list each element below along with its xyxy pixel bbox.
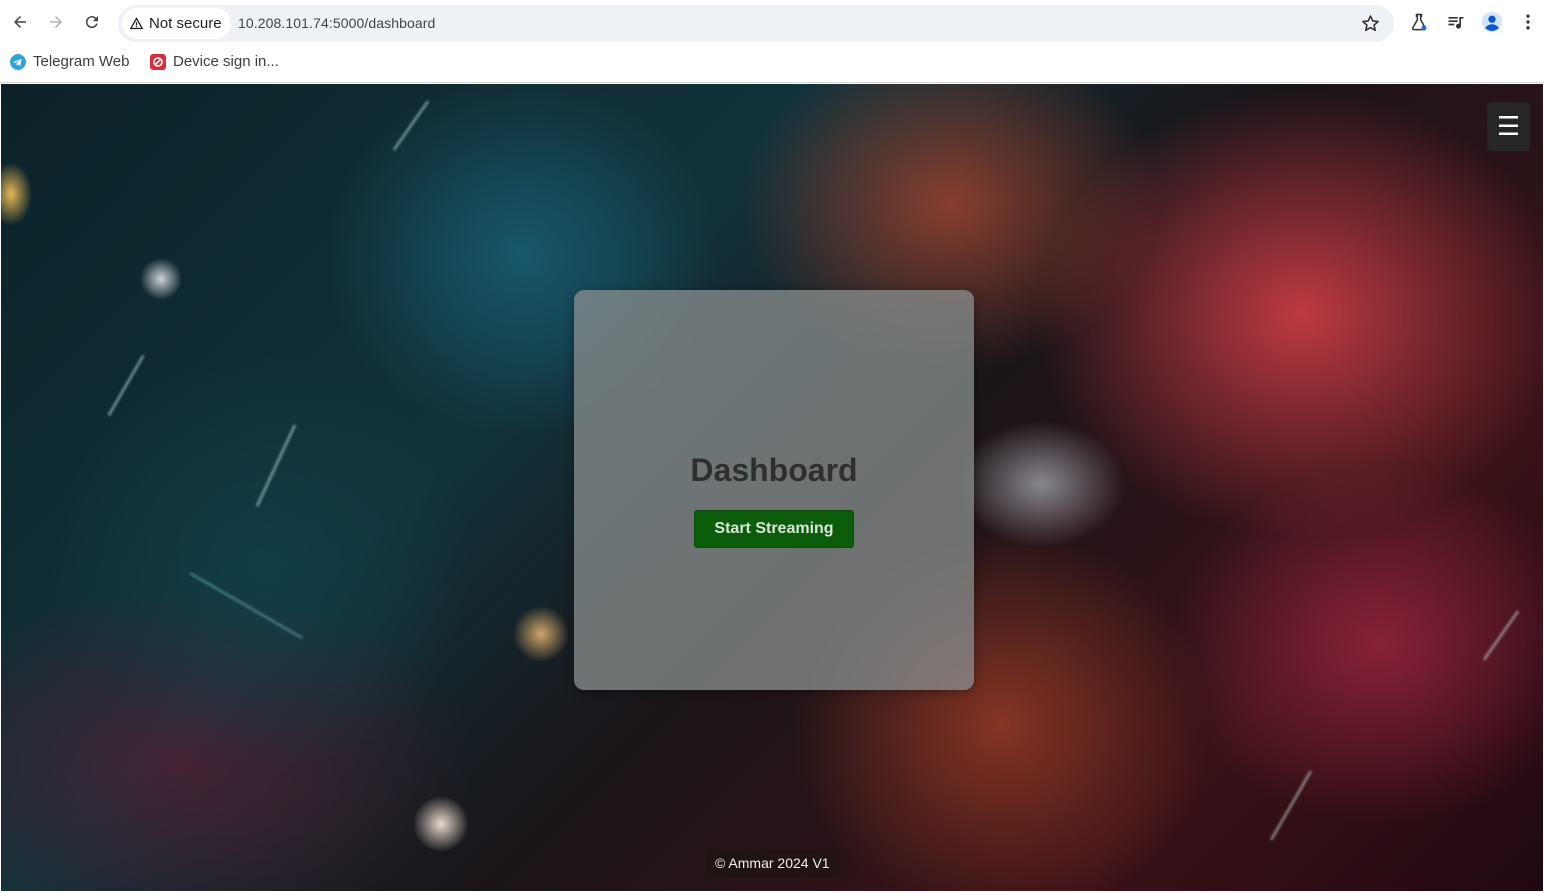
background-streak bbox=[107, 354, 145, 417]
labs-flask-icon[interactable] bbox=[1408, 11, 1430, 33]
hamburger-menu-icon: ☰ bbox=[1496, 111, 1521, 141]
dashboard-card: Dashboard Start Streaming bbox=[574, 290, 974, 690]
back-button[interactable] bbox=[6, 8, 34, 36]
browser-menu-kebab-icon[interactable] bbox=[1517, 11, 1539, 33]
reload-icon bbox=[85, 16, 98, 29]
page-viewport: Dashboard Start Streaming ☰ © Ammar 2024… bbox=[1, 84, 1543, 891]
background-streak bbox=[392, 100, 430, 151]
bookmark-star-icon[interactable] bbox=[1360, 13, 1381, 34]
bookmark-telegram-web[interactable]: Telegram Web bbox=[10, 53, 129, 70]
warning-triangle-icon bbox=[129, 17, 144, 30]
background-streak bbox=[188, 571, 304, 640]
profile-avatar-icon[interactable] bbox=[1481, 11, 1503, 33]
forward-arrow-icon bbox=[50, 16, 62, 28]
back-arrow-icon bbox=[14, 16, 26, 28]
footer-copyright: © Ammar 2024 V1 bbox=[705, 849, 840, 877]
site-info-chip[interactable]: Not secure bbox=[122, 8, 231, 39]
hamburger-menu-button[interactable]: ☰ bbox=[1487, 102, 1530, 151]
start-streaming-button[interactable]: Start Streaming bbox=[694, 510, 854, 548]
security-label: Not secure bbox=[149, 15, 222, 32]
bookmark-device-sign-in[interactable]: Device sign in... bbox=[150, 53, 279, 70]
bookmark-label: Device sign in... bbox=[173, 53, 279, 70]
page-title: Dashboard bbox=[690, 452, 858, 488]
browser-toolbar: Not secure 10.208.101.74:5000/dashboard bbox=[0, 0, 1544, 45]
bookmarks-bar: Telegram Web Device sign in... bbox=[0, 45, 1544, 83]
reload-button[interactable] bbox=[78, 8, 106, 36]
bookmark-label: Telegram Web bbox=[33, 53, 130, 70]
url-text[interactable]: 10.208.101.74:5000/dashboard bbox=[238, 15, 435, 31]
device-signin-icon bbox=[150, 53, 166, 70]
forward-button[interactable] bbox=[42, 8, 70, 36]
media-queue-icon[interactable] bbox=[1445, 11, 1467, 33]
background-streak bbox=[255, 424, 297, 507]
address-bar[interactable]: Not secure 10.208.101.74:5000/dashboard bbox=[118, 5, 1394, 42]
telegram-icon bbox=[10, 53, 26, 70]
background-streak bbox=[1269, 770, 1313, 841]
background-streak bbox=[1482, 610, 1520, 661]
